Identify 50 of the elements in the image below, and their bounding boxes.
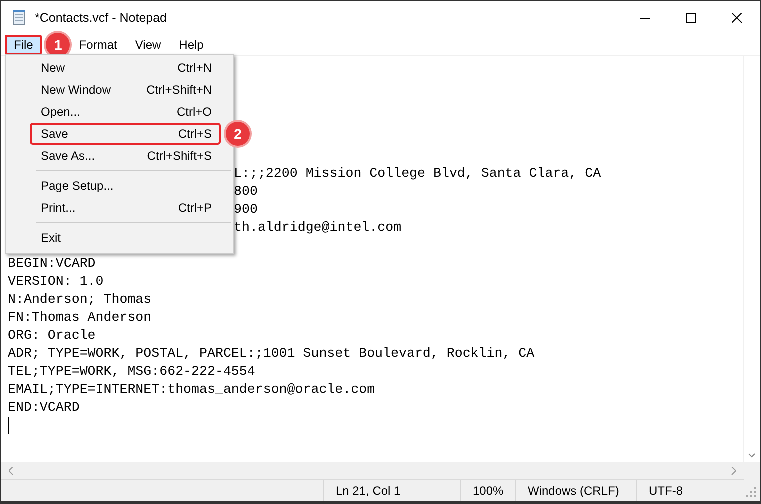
shortcut-label: Ctrl+N — [178, 61, 213, 75]
menu-item-label: Page Setup... — [41, 179, 114, 193]
shortcut-label: Ctrl+P — [178, 201, 213, 215]
menu-item[interactable]: Format — [70, 35, 126, 55]
menu-item-label: Save As... — [41, 149, 96, 163]
close-icon — [732, 13, 742, 23]
text-line: TEL;TYPE=WORK, MSG:662-222-4554 — [8, 363, 256, 381]
notepad-icon — [11, 10, 27, 26]
zoom-level: 100% — [473, 484, 504, 498]
text-line: 900 — [234, 201, 258, 219]
text-line: 800 — [234, 183, 258, 201]
shortcut-label: Ctrl+S — [178, 127, 213, 141]
shortcut-label: Ctrl+Shift+S — [147, 149, 213, 163]
menu-item-label: Open... — [41, 105, 80, 119]
maximize-icon — [686, 13, 696, 23]
text-line: FN:Thomas Anderson — [8, 309, 152, 327]
scroll-left-icon — [9, 466, 14, 474]
shortcut-label: Ctrl+O — [176, 105, 213, 119]
menu-item-label: New Window — [41, 83, 112, 97]
menu-item[interactable]: Open... Ctrl+O — [30, 101, 221, 123]
resize-grip-icon — [746, 484, 756, 496]
menu-item[interactable]: New Ctrl+N — [30, 57, 221, 79]
scroll-right-icon — [731, 466, 736, 474]
text-line: th.aldridge@intel.com — [234, 219, 402, 237]
encoding: UTF-8 — [649, 484, 683, 498]
menu-item[interactable]: New Window Ctrl+Shift+N — [30, 79, 221, 101]
menu-item[interactable]: Print... Ctrl+P — [30, 197, 221, 219]
text-line: ORG: Oracle — [8, 327, 96, 345]
menu-item-label: Print... — [41, 201, 76, 215]
text-line: END:VCARD — [8, 399, 80, 417]
menu-item-label: New — [41, 61, 66, 75]
shortcut-label: Ctrl+Shift+N — [146, 83, 213, 97]
text-line: L:;;2200 Mission College Blvd, Santa Clara, CA — [234, 165, 602, 183]
text-line: ADR; TYPE=WORK, POSTAL, PARCEL:;1001 Sunset Boulevard, Rocklin, CA — [8, 345, 535, 363]
menu-item[interactable]: Exit — [30, 227, 221, 249]
scroll-down-icon — [748, 453, 756, 458]
menu-item[interactable]: View — [126, 35, 170, 55]
text-line: BEGIN:VCARD — [8, 255, 96, 273]
menu-item[interactable]: Save As... Ctrl+Shift+S — [30, 145, 221, 167]
menu-item[interactable]: Page Setup... — [30, 175, 221, 197]
step-badge: 2 — [226, 122, 250, 146]
menu-item[interactable]: Help — [170, 35, 213, 55]
menu-item-label: Save — [41, 127, 68, 141]
text-line: VERSION: 1.0 — [8, 273, 104, 291]
cursor-position: Ln 21, Col 1 — [336, 484, 401, 498]
text-line: N:Anderson; Thomas — [8, 291, 152, 309]
line-ending: Windows (CRLF) — [528, 484, 620, 498]
window-title: *Contacts.vcf - Notepad — [35, 11, 168, 25]
menu-item-label: Exit — [41, 231, 62, 245]
text-line: EMAIL;TYPE=INTERNET:thomas_anderson@oracle.com — [8, 381, 376, 399]
